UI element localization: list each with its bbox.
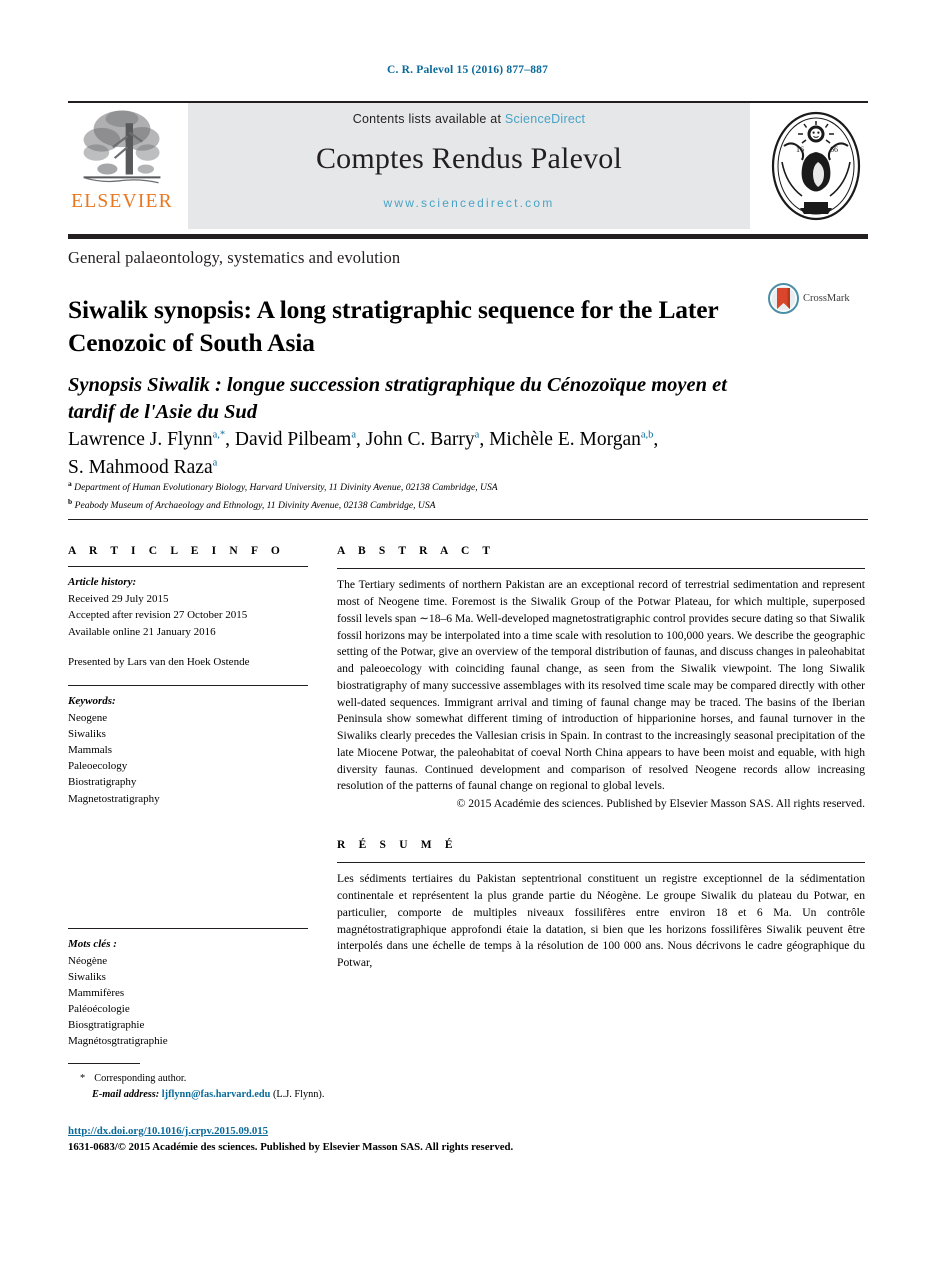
abstract-rule xyxy=(337,568,865,570)
article-history-accepted: Accepted after revision 27 October 2015 xyxy=(68,609,248,622)
abstract-copyright: © 2015 Académie des sciences. Published … xyxy=(456,797,865,811)
author-name: S. Mahmood Raza xyxy=(68,456,213,478)
corresponding-author-marker: * xyxy=(80,1073,86,1084)
keywords-rule xyxy=(68,684,308,687)
resume-section: R É S U M É Les sédiments tertiaires du … xyxy=(337,839,865,972)
email-attribution: (L.J. Flynn). xyxy=(272,1088,325,1100)
mots-cles-block: Mots clés : Néogène Siwaliks Mammifères … xyxy=(68,936,308,1049)
keyword-item[interactable]: Biostratigraphy xyxy=(68,774,308,790)
mots-cles-rule xyxy=(68,927,308,930)
contents-available-line: Contents lists available at ScienceDirec… xyxy=(353,112,586,126)
footer-block: http://dx.doi.org/10.1016/j.crpv.2015.09… xyxy=(68,1124,768,1156)
mot-cle-item[interactable]: Magnétosgtratigraphie xyxy=(68,1033,308,1049)
column-spacer xyxy=(68,807,308,919)
doi-link[interactable]: http://dx.doi.org/10.1016/j.crpv.2015.09… xyxy=(68,1124,768,1140)
mot-cle-item[interactable]: Biosgtratigraphie xyxy=(68,1017,308,1033)
article-info-heading: A R T I C L E I N F O xyxy=(68,545,285,557)
mot-cle-item[interactable]: Mammifères xyxy=(68,985,308,1001)
sciencedirect-panel: Contents lists available at ScienceDirec… xyxy=(188,103,750,229)
keyword-item[interactable]: Mammals xyxy=(68,742,308,758)
article-first-page: C. R. Palevol 15 (2016) 877–887 ELSEVIER… xyxy=(0,0,935,1266)
email-label: E-mail address: xyxy=(92,1088,160,1100)
keyword-item[interactable]: Neogene xyxy=(68,710,308,726)
author-name: John C. Barry xyxy=(365,429,475,450)
mot-cle-item[interactable]: Paléoécologie xyxy=(68,1001,308,1017)
author-list: Lawrence J. Flynna,*, David Pilbeama, Jo… xyxy=(68,429,659,478)
author-affil-marks[interactable]: a,b xyxy=(641,430,654,441)
crossmark-icon xyxy=(768,283,799,314)
svg-text:66: 66 xyxy=(830,145,838,154)
article-history-label: Article history: xyxy=(68,576,137,589)
keyword-item[interactable]: Magnetostratigraphy xyxy=(68,791,308,807)
section-heavy-rule xyxy=(68,234,868,239)
mot-cle-item[interactable]: Néogène xyxy=(68,953,308,969)
affiliation-item: b Peabody Museum of Archaeology and Ethn… xyxy=(68,496,858,514)
author-name: David Pilbeam xyxy=(234,429,352,450)
affiliation-mark: a xyxy=(68,479,72,488)
author-affil-marks[interactable]: a xyxy=(213,457,218,468)
affiliation-item: a Department of Human Evolutionary Biolo… xyxy=(68,478,858,496)
author-name: Michèle E. Morgan xyxy=(489,429,641,450)
page-title-french: Synopsis Siwalik : longue succession str… xyxy=(68,374,727,424)
article-history-online: Available online 21 January 2016 xyxy=(68,625,216,638)
author-name: Lawrence J. Flynn xyxy=(68,429,213,450)
resume-rule xyxy=(337,861,865,864)
journal-url[interactable]: www.sciencedirect.com xyxy=(384,196,555,210)
keywords-label: Keywords: xyxy=(68,695,116,708)
academie-seal: 16 66 xyxy=(764,103,868,229)
journal-section-heading: General palaeontology, systematics and e… xyxy=(68,248,401,267)
article-history-received: Received 29 July 2015 xyxy=(68,592,169,605)
presented-by: Presented by Lars van den Hoek Ostende xyxy=(68,656,250,669)
crossmark-label: CrossMark xyxy=(803,293,850,304)
abstract-column: A B S T R A C T The Tertiary sediments o… xyxy=(337,545,865,972)
email-link[interactable]: ljflynn@fas.harvard.edu xyxy=(162,1089,271,1100)
footnote-rule xyxy=(68,1063,140,1065)
author-affil-marks[interactable]: a xyxy=(351,430,356,441)
article-info-rule xyxy=(68,566,308,568)
abstract-body: The Tertiary sediments of northern Pakis… xyxy=(337,578,865,793)
affiliation-text: Department of Human Evolutionary Biology… xyxy=(74,482,498,494)
resume-heading: R É S U M É xyxy=(337,838,458,851)
author-affil-marks[interactable]: a xyxy=(475,430,480,441)
running-head: C. R. Palevol 15 (2016) 877–887 xyxy=(386,64,549,76)
elsevier-tree-icon xyxy=(83,110,161,184)
mot-cle-item[interactable]: Siwaliks xyxy=(68,969,308,985)
mots-cles-label: Mots clés : xyxy=(68,938,117,951)
author-item: S. Mahmood Razaa xyxy=(68,457,217,478)
affiliation-mark: b xyxy=(68,496,73,506)
email-note: E-mail address: ljflynn@fas.harvard.edu … xyxy=(92,1087,568,1103)
affiliation-list: a Department of Human Evolutionary Biolo… xyxy=(68,478,858,514)
keyword-item[interactable]: Paleoecology xyxy=(68,758,308,774)
keywords-block: Keywords: Neogene Siwaliks Mammals Paleo… xyxy=(68,693,308,806)
author-item: Lawrence J. Flynna,* xyxy=(68,429,225,450)
page-title: Siwalik synopsis: A long stratigraphic s… xyxy=(68,295,719,357)
sciencedirect-link[interactable]: ScienceDirect xyxy=(505,112,585,126)
abstract-heading: A B S T R A C T xyxy=(337,545,496,557)
keyword-item[interactable]: Siwaliks xyxy=(68,726,308,742)
author-item: David Pilbeama xyxy=(235,429,356,450)
elsevier-logo[interactable]: ELSEVIER xyxy=(68,103,176,229)
author-affil-marks[interactable]: a,* xyxy=(213,430,226,441)
footnote-block: * Corresponding author. E-mail address: … xyxy=(68,1071,568,1103)
contents-prefix: Contents lists available at xyxy=(352,112,505,126)
author-item: Michèle E. Morgana,b xyxy=(489,429,653,450)
elsevier-wordmark: ELSEVIER xyxy=(71,191,173,212)
authors-divider xyxy=(68,519,868,520)
issn-copyright-line: 1631-0683/© 2015 Académie des sciences. … xyxy=(68,1140,514,1153)
article-info-column: A R T I C L E I N F O Article history: R… xyxy=(68,545,308,1050)
affiliation-text: Peabody Museum of Archaeology and Ethnol… xyxy=(74,499,436,511)
journal-title: Comptes Rendus Palevol xyxy=(315,142,623,175)
resume-body: Les sédiments tertiaires du Pakistan sep… xyxy=(337,872,865,970)
svg-text:16: 16 xyxy=(796,145,804,154)
author-item: John C. Barrya xyxy=(366,429,480,450)
crossmark-badge[interactable]: CrossMark xyxy=(768,283,850,314)
corresponding-author-text: Corresponding author. xyxy=(94,1073,187,1084)
corresponding-author-note: * Corresponding author. xyxy=(68,1071,568,1087)
academie-des-sciences-seal-icon: 16 66 xyxy=(771,111,861,221)
journal-masthead: ELSEVIER Contents lists available at Sci… xyxy=(68,103,868,229)
